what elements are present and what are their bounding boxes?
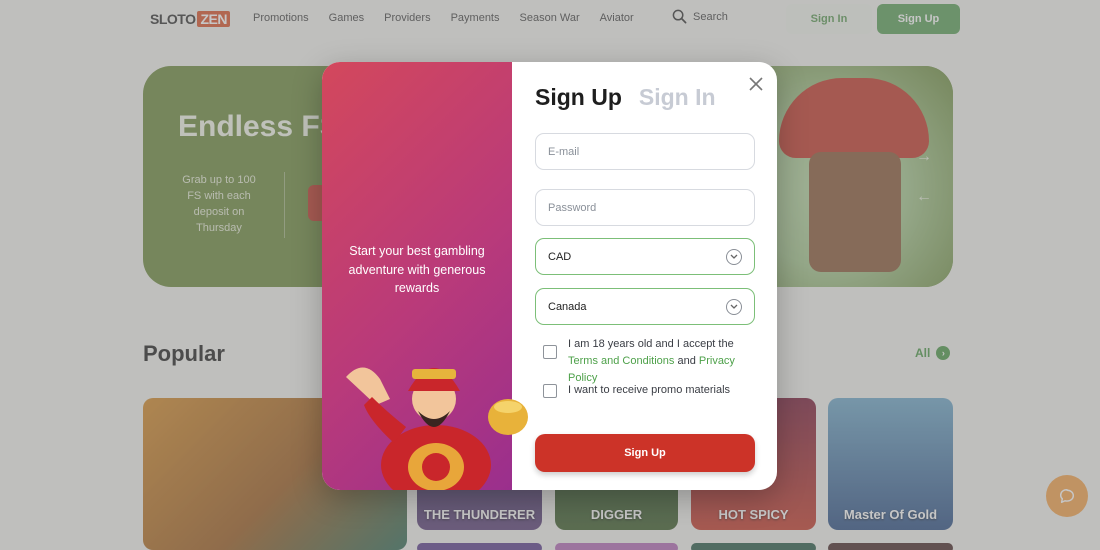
promo-text: Start your best gambling adventure with … (348, 244, 486, 295)
terms-text: I am 18 years old and I accept the Terms… (568, 336, 758, 387)
password-field[interactable] (548, 201, 742, 214)
country-value: Canada (548, 300, 587, 313)
terms-link[interactable]: Terms and Conditions (568, 355, 674, 367)
sign-up-submit-button[interactable]: Sign Up (535, 434, 755, 472)
terms-and: and (677, 355, 696, 367)
tab-sign-up[interactable]: Sign Up (535, 84, 622, 111)
sign-up-form: Sign Up Sign In CAD Canada I am 18 years… (512, 62, 777, 490)
promo-consent-label: I want to receive promo materials (568, 384, 731, 396)
modal-promo-panel: Start your best gambling adventure with … (322, 62, 528, 490)
email-field[interactable] (548, 145, 742, 158)
country-select[interactable]: Canada (535, 288, 755, 325)
promo-consent-row: I want to receive promo materials (543, 382, 730, 399)
password-field-wrapper (535, 189, 755, 226)
terms-checkbox[interactable] (543, 345, 557, 359)
auth-tabs: Sign Up Sign In (535, 84, 716, 111)
terms-prefix: I am 18 years old and I accept the (568, 338, 734, 350)
chevron-down-icon (726, 248, 742, 265)
terms-consent-row: I am 18 years old and I accept the Terms… (543, 336, 758, 387)
currency-value: CAD (548, 250, 572, 263)
close-icon[interactable] (748, 76, 764, 92)
chevron-down-icon (726, 298, 742, 315)
email-field-wrapper (535, 133, 755, 170)
promo-checkbox[interactable] (543, 384, 557, 398)
tab-sign-in[interactable]: Sign In (639, 84, 716, 111)
sign-up-modal: Start your best gambling adventure with … (322, 62, 777, 490)
currency-select[interactable]: CAD (535, 238, 755, 275)
god-of-wealth-illustration (346, 367, 528, 490)
